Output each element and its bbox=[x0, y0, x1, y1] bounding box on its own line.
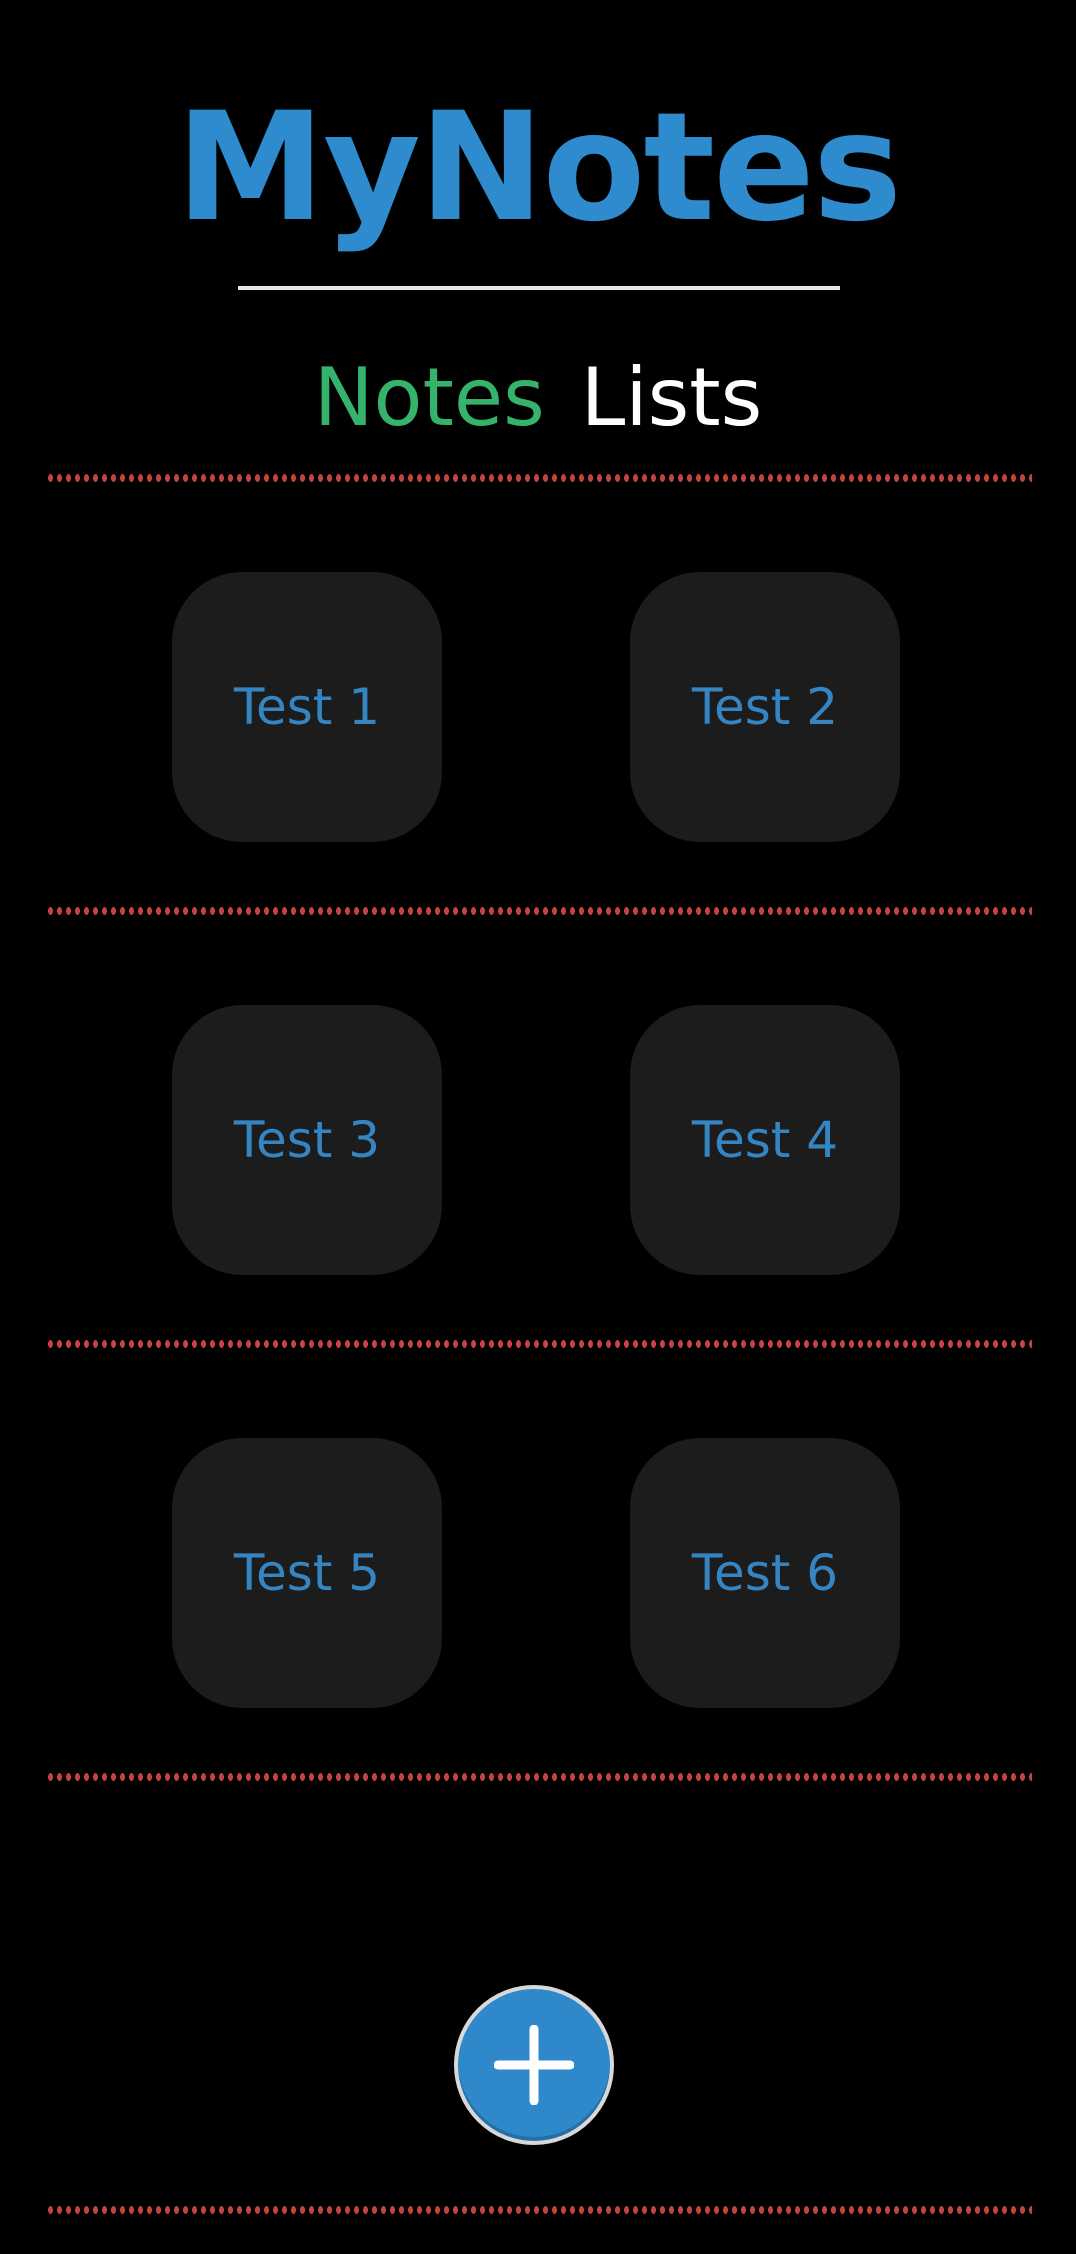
note-title: Test 3 bbox=[233, 1111, 381, 1169]
note-title: Test 5 bbox=[233, 1544, 381, 1602]
note-title: Test 6 bbox=[691, 1544, 839, 1602]
app-title: MyNotes bbox=[175, 81, 902, 255]
note-card[interactable]: Test 1 bbox=[172, 572, 442, 842]
dotted-divider bbox=[46, 1340, 1032, 1348]
dotted-divider bbox=[46, 2206, 1032, 2214]
tab-bar: Notes Lists bbox=[0, 348, 1076, 448]
add-note-button[interactable] bbox=[454, 1985, 614, 2145]
note-title: Test 4 bbox=[691, 1111, 839, 1169]
dotted-divider bbox=[46, 1773, 1032, 1781]
note-card[interactable]: Test 4 bbox=[630, 1005, 900, 1275]
note-title: Test 1 bbox=[233, 678, 381, 736]
note-title: Test 2 bbox=[691, 678, 839, 736]
tab-notes[interactable]: Notes bbox=[314, 348, 545, 448]
dotted-divider bbox=[46, 474, 1032, 482]
note-card[interactable]: Test 6 bbox=[630, 1438, 900, 1708]
tab-lists[interactable]: Lists bbox=[581, 348, 763, 448]
plus-icon bbox=[494, 2025, 574, 2105]
note-card[interactable]: Test 5 bbox=[172, 1438, 442, 1708]
title-underline bbox=[238, 286, 840, 290]
dotted-divider bbox=[46, 907, 1032, 915]
note-card[interactable]: Test 3 bbox=[172, 1005, 442, 1275]
note-card[interactable]: Test 2 bbox=[630, 572, 900, 842]
